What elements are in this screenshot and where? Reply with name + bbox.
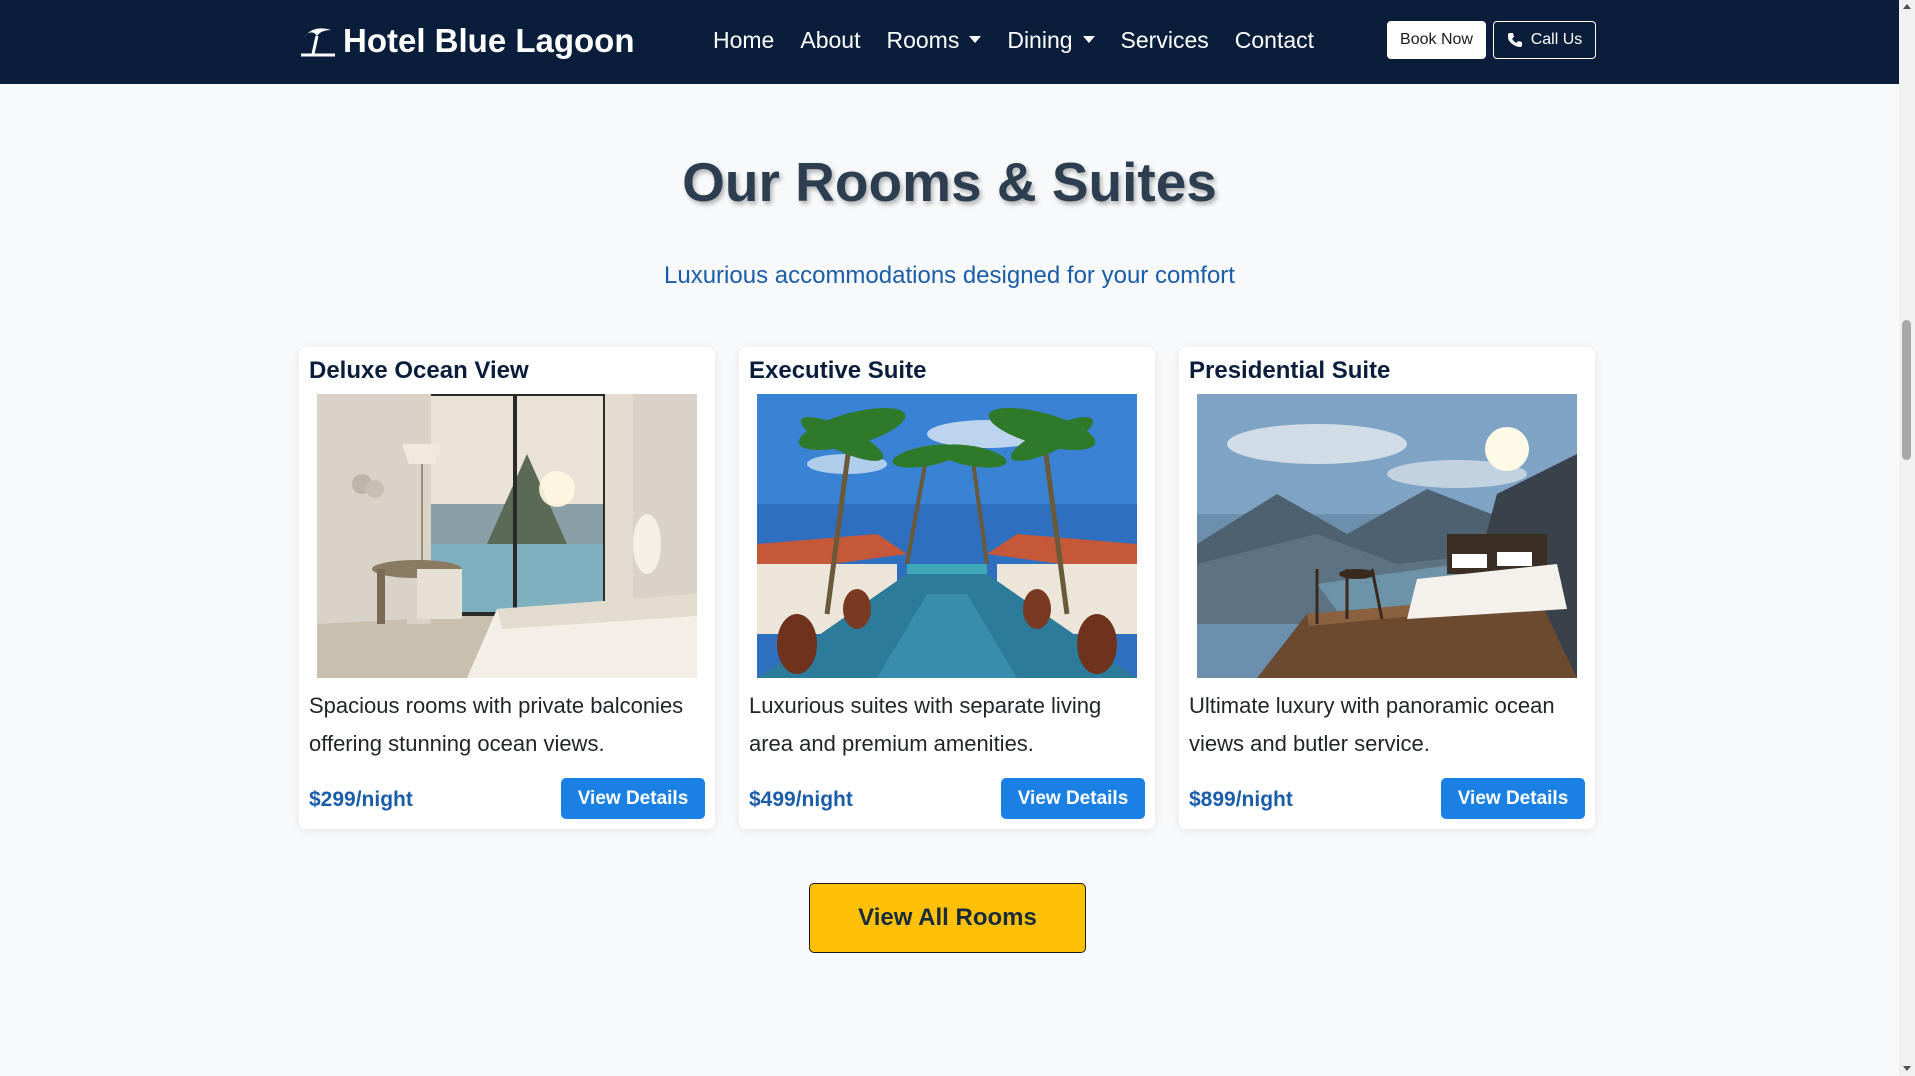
room-price: $299/night	[309, 788, 413, 811]
brand-logo[interactable]: Hotel Blue Lagoon	[299, 20, 635, 62]
mountain-terrace-bed-photo	[1197, 394, 1577, 678]
nav-link-dining[interactable]: Dining	[994, 22, 1107, 58]
view-all-rooms-button[interactable]: View All Rooms	[809, 883, 1086, 953]
nav-link-contact[interactable]: Contact	[1222, 22, 1327, 58]
beach-umbrella-icon	[301, 28, 335, 57]
nav-link-label: Services	[1120, 27, 1209, 53]
brand-name: Hotel Blue Lagoon	[343, 22, 635, 59]
nav-link-label: About	[800, 27, 861, 53]
page-scrollbar[interactable]	[1899, 0, 1915, 1076]
hotel-room-ocean-view-photo	[317, 394, 697, 678]
room-price: $499/night	[749, 788, 853, 811]
call-us-button[interactable]: Call Us	[1493, 21, 1596, 59]
nav-link-services[interactable]: Services	[1108, 22, 1222, 58]
room-title: Presidential Suite	[1189, 357, 1391, 384]
room-price: $899/night	[1189, 788, 1293, 811]
book-now-button[interactable]: Book Now	[1387, 21, 1486, 59]
room-description: Spacious rooms with private balconies of…	[309, 693, 684, 756]
nav-link-about[interactable]: About	[787, 22, 873, 58]
nav-link-label: Rooms	[886, 27, 960, 53]
nav-link-rooms[interactable]: Rooms	[873, 22, 994, 58]
chevron-down-icon	[969, 35, 982, 43]
scroll-down-arrow-icon[interactable]	[1903, 1066, 1911, 1071]
view-details-button[interactable]: View Details	[1441, 778, 1585, 819]
palm-tree-pool-villa-photo	[757, 394, 1137, 678]
room-description: Luxurious suites with separate living ar…	[749, 693, 1102, 756]
call-us-label: Call Us	[1530, 31, 1583, 48]
scroll-up-arrow-icon[interactable]	[1903, 4, 1911, 9]
room-title: Deluxe Ocean View	[309, 357, 529, 384]
room-card-executive: Executive Suite Luxurious suites with se…	[739, 347, 1155, 829]
scrollbar-thumb[interactable]	[1902, 320, 1911, 460]
page-subtitle: Luxurious accommodations designed for yo…	[664, 262, 1235, 289]
page-title: Our Rooms & Suites	[682, 151, 1217, 213]
nav-link-label: Contact	[1234, 27, 1315, 53]
room-card-presidential: Presidential Suite Ultimate luxury with …	[1179, 347, 1595, 829]
nav-link-home[interactable]: Home	[700, 22, 787, 58]
room-title: Executive Suite	[749, 357, 927, 384]
phone-icon	[1507, 33, 1522, 47]
view-details-button[interactable]: View Details	[561, 778, 705, 819]
chevron-down-icon	[1082, 35, 1095, 43]
room-card-deluxe: Deluxe Ocean View Spacious rooms with pr…	[299, 347, 715, 829]
nav-link-label: Home	[713, 27, 775, 53]
navbar: Hotel Blue Lagoon Home About Rooms Dinin…	[0, 0, 1899, 84]
nav-links: Home About Rooms Dining Services Contact	[700, 22, 1327, 58]
room-description: Ultimate luxury with panoramic ocean vie…	[1189, 693, 1555, 756]
nav-link-label: Dining	[1007, 27, 1073, 53]
view-details-button[interactable]: View Details	[1001, 778, 1145, 819]
